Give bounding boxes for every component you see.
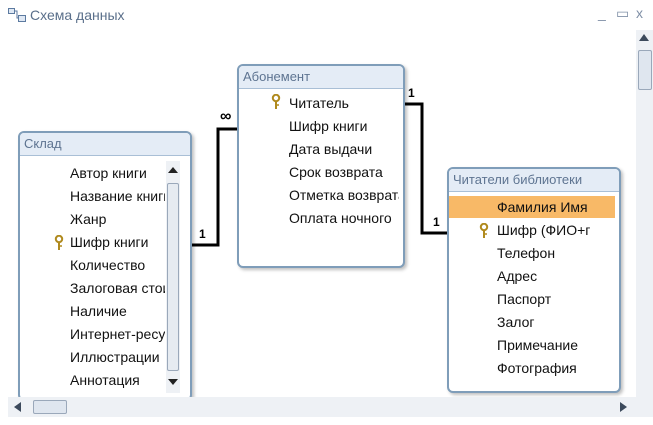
scroll-up-arrow-icon[interactable] <box>168 167 178 173</box>
field-item[interactable]: Шифр (ФИО+г <box>497 219 615 241</box>
vertical-scrollbar[interactable] <box>636 30 653 397</box>
field-item[interactable]: Отметка возврата <box>289 184 399 206</box>
field-item[interactable]: Шифр книги <box>70 231 165 253</box>
field-item[interactable]: Наличие <box>70 300 165 322</box>
field-item[interactable]: Дата выдачи <box>289 138 399 160</box>
field-item[interactable]: Залог <box>497 311 615 333</box>
scroll-right-arrow-icon[interactable] <box>620 402 627 412</box>
field-item[interactable]: Оплата ночного <box>289 207 399 229</box>
table-abonement[interactable]: Абонемент Читатель Шифр книги Дата выдач… <box>237 64 405 268</box>
primary-key-icon <box>271 94 281 109</box>
field-item[interactable]: Адрес <box>497 265 615 287</box>
field-item[interactable]: Читатель <box>289 92 399 114</box>
table-title[interactable]: Читатели библиотеки <box>449 169 619 192</box>
scrollbar-thumb[interactable] <box>167 183 179 371</box>
scrollbar-corner <box>636 397 653 417</box>
relationship-line-abonement-chitateli <box>401 102 447 235</box>
field-item[interactable]: Интернет-ресурс <box>70 323 165 345</box>
relationship-line-sklad-abonement <box>190 127 237 247</box>
table-sklad[interactable]: Склад Автор книги Название книги Жанр Ши… <box>18 131 192 401</box>
relationship-one-label: 1 <box>199 227 206 241</box>
scroll-up-arrow-icon[interactable] <box>639 34 649 41</box>
field-item-selected[interactable]: Фамилия Имя <box>449 196 615 218</box>
field-item[interactable]: Иллюстрации <box>70 346 165 368</box>
field-item[interactable]: Залоговая стоимость <box>70 277 165 299</box>
field-item[interactable]: Жанр <box>70 208 165 230</box>
primary-key-icon <box>479 223 489 238</box>
scroll-down-arrow-icon[interactable] <box>168 379 178 385</box>
relationship-one-label: 1 <box>433 215 440 229</box>
field-item[interactable]: Срок возврата <box>289 161 399 183</box>
field-item[interactable]: Название книги <box>70 185 165 207</box>
table-scrollbar[interactable] <box>166 161 180 393</box>
field-item[interactable]: Фотография <box>497 357 615 379</box>
table-chitateli[interactable]: Читатели библиотеки Фамилия Имя Шифр (ФИ… <box>447 167 621 393</box>
field-item[interactable]: Паспорт <box>497 288 615 310</box>
table-title[interactable]: Абонемент <box>239 66 403 89</box>
table-title[interactable]: Склад <box>20 133 190 156</box>
relationship-one-label: 1 <box>408 86 415 100</box>
field-item[interactable]: Примечание <box>497 334 615 356</box>
field-item[interactable]: Количество <box>70 254 165 276</box>
field-item[interactable]: Автор книги <box>70 162 165 184</box>
field-item[interactable]: Аннотация <box>70 369 165 391</box>
field-item[interactable]: Шифр книги <box>289 115 399 137</box>
scrollbar-thumb[interactable] <box>33 400 67 414</box>
relationship-many-label: ∞ <box>220 108 232 125</box>
scrollbar-thumb[interactable] <box>638 50 652 90</box>
scroll-left-arrow-icon[interactable] <box>14 402 21 412</box>
primary-key-icon <box>54 235 64 250</box>
horizontal-scrollbar[interactable] <box>8 397 636 417</box>
field-item[interactable]: Телефон <box>497 242 615 264</box>
